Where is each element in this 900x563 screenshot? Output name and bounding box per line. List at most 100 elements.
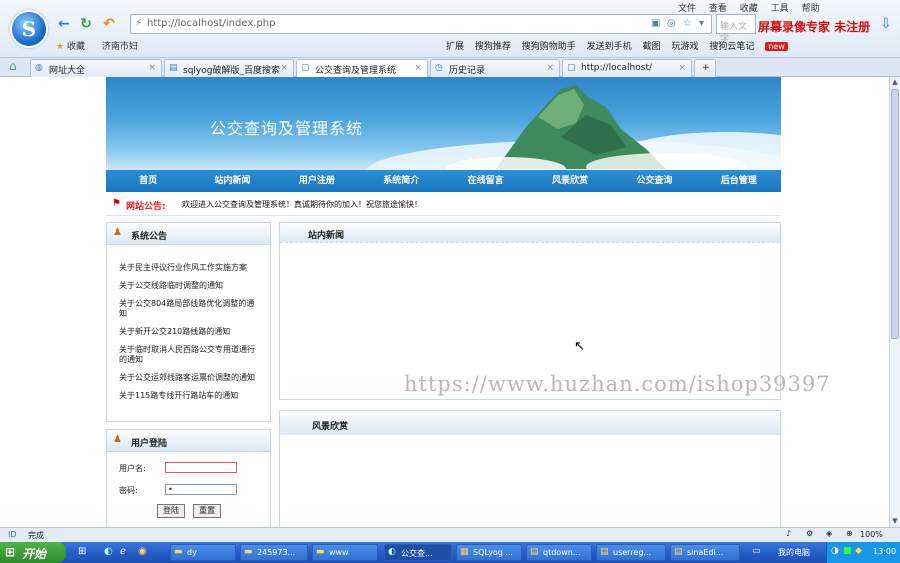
vertical-scrollbar[interactable]: ▲ ▼	[889, 77, 900, 527]
nav-register[interactable]: 用户注册	[275, 170, 359, 192]
refresh-icon[interactable]: ↻	[77, 15, 95, 33]
nav-scenery[interactable]: 风景欣赏	[528, 170, 612, 192]
close-icon[interactable]: ×	[280, 63, 288, 73]
bookmark-item[interactable]: 济南市妇	[102, 42, 138, 52]
back-icon[interactable]: ←	[55, 15, 73, 33]
notice-item[interactable]: 关于公交运郊线路客运票价调整的通知	[119, 373, 259, 383]
ie-quicklaunch-icon[interactable]: ℯ	[120, 546, 126, 557]
zoom-icon[interactable]: ⊕	[846, 529, 853, 538]
ext-expand[interactable]: 扩展	[446, 42, 464, 52]
chevron-down-icon[interactable]: ▾	[699, 18, 704, 29]
taskbar-item[interactable]: ▤ sinaEdi...	[670, 544, 740, 561]
tray-icon[interactable]: ◑	[831, 546, 839, 556]
menu-help[interactable]: 帮助	[802, 4, 820, 14]
taskbar-item[interactable]: ▬ www	[312, 544, 378, 561]
username-label: 用户名:	[119, 464, 146, 473]
taskbar-item[interactable]: ▬ dy	[170, 544, 236, 561]
clock: 13:00	[873, 547, 897, 556]
taskbar-item[interactable]: ▤ qtdown...	[526, 544, 592, 561]
ext-notes[interactable]: 搜狗云笔记	[709, 42, 754, 52]
taskbar-item-active[interactable]: ◐ 公交查...	[384, 544, 452, 561]
folder-icon: ▬	[174, 547, 183, 557]
tray-icon[interactable]: ◆	[855, 546, 862, 556]
notice-item[interactable]: 关于公交线路临时调整的通知	[119, 281, 259, 291]
login-panel: ♟ 用户登陆 用户名: 密码: • 登陆 重置	[106, 429, 271, 527]
ext-sogou-recommend[interactable]: 搜狗推荐	[475, 42, 511, 52]
mountain-illustration	[366, 85, 781, 170]
app-quicklaunch-icon[interactable]: ◉	[138, 546, 147, 557]
tab-4[interactable]: ◷ 历史记录 ×	[430, 59, 560, 77]
star-icon[interactable]: ☆	[683, 18, 692, 29]
nav-admin[interactable]: 后台管理	[697, 170, 781, 192]
menu-view[interactable]: 查看	[709, 4, 727, 14]
panel-title: 风景欣赏	[312, 422, 349, 432]
ext-games[interactable]: 玩游戏	[671, 42, 698, 52]
my-computer-label[interactable]: 我的电脑	[778, 547, 810, 558]
file-icon: ▤	[530, 547, 539, 557]
notice-item[interactable]: 关于临时取消人民西路公交专用道通行的通知	[119, 345, 259, 365]
watermark-text: https://www.huzhan.com/ishop39397	[404, 372, 831, 396]
bookmark-favorites[interactable]: 收藏	[67, 42, 85, 52]
close-icon[interactable]: ×	[678, 63, 686, 73]
quicklaunch-icon[interactable]: ⊞	[78, 546, 86, 557]
scenery-panel: 风景欣赏	[279, 410, 781, 527]
login-button[interactable]: 登陆	[157, 504, 185, 518]
ext-send-phone[interactable]: 发送到手机	[587, 42, 632, 52]
address-url: http://localhost/index.php	[147, 18, 276, 29]
taskbar-item[interactable]: ▤ userreg...	[596, 544, 666, 561]
lightning-icon: ⚡	[135, 18, 143, 29]
close-icon[interactable]: ×	[546, 63, 554, 73]
tab-icon: ▤	[169, 63, 178, 73]
volume-icon[interactable]: ♪	[786, 529, 791, 538]
tab-3[interactable]: ▢ 公交查询及管理系统 ×	[296, 59, 428, 78]
nav-bus-query[interactable]: 公交查询	[612, 170, 696, 192]
notice-item[interactable]: 关于新开公交210路线路的通知	[119, 327, 259, 337]
id-icon: ID	[8, 530, 17, 539]
tab-2[interactable]: ▤ sqlyog破解版_百度搜索 ×	[164, 59, 294, 77]
menu-file[interactable]: 文件	[678, 4, 696, 14]
taskbar-item[interactable]: ▦ SQLyog ...	[456, 544, 522, 561]
notice-item[interactable]: 关于公交804路局部线路优化调整的通知	[119, 299, 259, 319]
new-tab-button[interactable]: +	[694, 59, 716, 77]
flag-icon: ⚑	[112, 198, 121, 209]
nav-about[interactable]: 系统简介	[359, 170, 443, 192]
panel-header: 风景欣赏	[280, 411, 780, 435]
nav-home[interactable]: 首页	[106, 170, 190, 192]
close-icon[interactable]: ×	[414, 63, 422, 73]
taskbar-item[interactable]: ▬ 245973...	[240, 544, 308, 561]
password-label: 密码:	[119, 486, 138, 495]
password-input[interactable]: •	[165, 484, 237, 495]
ext-screenshot[interactable]: 截图	[643, 42, 661, 52]
scroll-up-icon[interactable]: ▲	[891, 78, 899, 87]
scroll-thumb[interactable]	[891, 89, 899, 339]
browser-quicklaunch-icon[interactable]: ◐	[104, 546, 113, 557]
nav-news[interactable]: 站内新闻	[190, 170, 274, 192]
tab-5[interactable]: ▢ http://localhost/×	[562, 59, 692, 77]
page-icon: ▢	[301, 63, 310, 73]
start-button[interactable]: ⊞ 开始	[0, 542, 66, 563]
username-input[interactable]	[165, 462, 237, 473]
reset-button[interactable]: 重置	[193, 504, 221, 518]
menu-favorites[interactable]: 收藏	[740, 4, 758, 14]
network-icon[interactable]: ■	[843, 546, 852, 556]
undo-icon[interactable]: ↶	[100, 15, 118, 33]
home-icon[interactable]: ⌂	[9, 59, 17, 73]
download-icon[interactable]: ⇩	[880, 16, 892, 32]
menu-tools[interactable]: 工具	[771, 4, 789, 14]
settings-icon[interactable]: ⚙	[806, 529, 813, 538]
scroll-down-icon[interactable]: ▼	[891, 517, 899, 526]
close-icon[interactable]: ×	[148, 63, 156, 73]
recorder-watermark: 屏幕录像专家 未注册	[758, 20, 871, 34]
tab-1[interactable]: ◍ 网址大全 ×	[30, 59, 162, 77]
ext-shopping[interactable]: 搜狗购物助手	[522, 42, 576, 52]
new-badge: new	[765, 42, 788, 51]
site-banner: 公交查询及管理系统	[106, 77, 781, 170]
notice-item[interactable]: 关于115路专线开行路站车的通知	[119, 391, 259, 401]
keyboard-icon[interactable]: ▭	[752, 546, 761, 556]
notice-item[interactable]: 关于民主评议行业作风工作实施方案	[119, 263, 259, 273]
zoom-level[interactable]: 100%	[860, 530, 883, 539]
search-input[interactable]: 输入文字	[716, 14, 756, 45]
nav-guestbook[interactable]: 在线留言	[444, 170, 528, 192]
address-bar[interactable]: ⚡ http://localhost/index.php ▣ ◎ ☆ ▾	[130, 14, 712, 34]
page-viewport: 公交查询及管理系统 首页 站内新闻 用户注册 系统简介 在线留言 风景欣赏 公交…	[0, 77, 889, 527]
